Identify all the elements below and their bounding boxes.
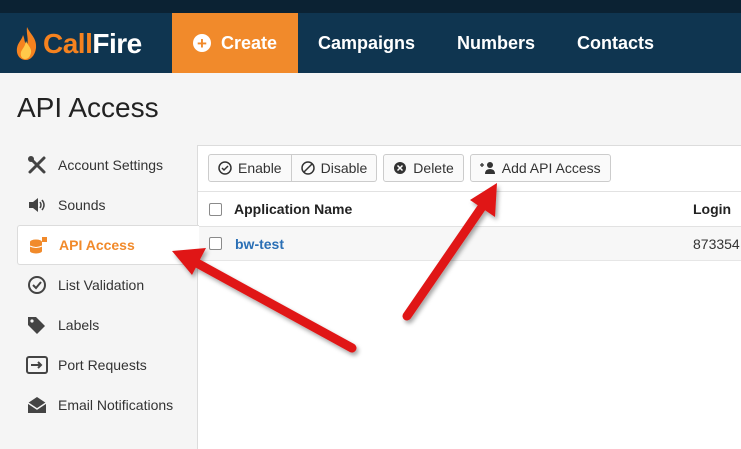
api-access-panel: Enable Disable Delete Add API Access App… — [197, 145, 741, 449]
row-checkbox[interactable] — [209, 237, 222, 250]
sidebar-item-label: List Validation — [58, 277, 145, 293]
envelope-icon — [26, 395, 48, 415]
table-row: bw-test 873354 — [198, 227, 741, 261]
callfire-logo[interactable]: Call Fire — [14, 27, 142, 61]
column-header-application-name: Application Name — [234, 201, 353, 217]
speaker-icon — [26, 195, 48, 215]
enable-disable-group: Enable Disable — [208, 154, 378, 182]
delete-button[interactable]: Delete — [383, 154, 464, 182]
sidebar-item-label: Labels — [58, 317, 100, 333]
sidebar-item-list-validation[interactable]: List Validation — [17, 265, 198, 305]
nav-contacts[interactable]: Contacts — [577, 13, 654, 73]
sidebar-item-label: API Access — [59, 237, 135, 253]
sidebar-item-label: Account Settings — [58, 157, 164, 173]
select-all-checkbox[interactable] — [209, 203, 222, 216]
page-title: API Access — [17, 92, 159, 123]
tags-icon — [26, 315, 48, 335]
check-circle-icon — [218, 161, 232, 175]
settings-sidebar: Account Settings Sounds API Access List … — [17, 145, 199, 425]
sidebar-item-account-settings[interactable]: Account Settings — [17, 145, 198, 185]
application-name-link[interactable]: bw-test — [235, 227, 284, 260]
database-lock-icon — [27, 235, 49, 255]
disable-label: Disable — [320, 160, 368, 176]
toolbar: Enable Disable Delete Add API Access — [208, 154, 611, 182]
column-header-login: Login — [693, 201, 732, 217]
add-user-icon — [479, 161, 496, 175]
create-label: Create — [220, 32, 278, 53]
create-nav-button[interactable]: + Create — [172, 13, 298, 73]
top-navigation-bar: Call Fire + Create Campaigns Numbers Cont… — [0, 0, 741, 73]
delete-label: Delete — [413, 160, 454, 176]
sidebar-item-label: Sounds — [58, 197, 106, 213]
plus-circle-icon: + — [192, 34, 211, 52]
nav-numbers[interactable]: Numbers — [457, 13, 535, 73]
ban-icon — [300, 161, 315, 175]
sidebar-item-port-requests[interactable]: Port Requests — [17, 345, 198, 385]
flame-icon — [16, 27, 37, 60]
sidebar-item-labels[interactable]: Labels — [17, 305, 198, 345]
nav-campaigns[interactable]: Campaigns — [318, 13, 415, 73]
add-api-access-button[interactable]: Add API Access — [469, 154, 611, 182]
close-circle-icon — [393, 161, 407, 175]
sidebar-item-sounds[interactable]: Sounds — [17, 185, 198, 225]
port-icon — [26, 355, 48, 375]
sidebar-item-label: Email Notifications — [58, 397, 174, 413]
enable-label: Enable — [238, 160, 282, 176]
add-api-access-label: Add API Access — [501, 160, 601, 176]
brand-name-call: Call — [43, 28, 93, 59]
brand-name-fire: Fire — [92, 28, 142, 59]
tools-icon — [26, 155, 48, 175]
disable-button[interactable]: Disable — [291, 154, 378, 182]
sidebar-item-api-access[interactable]: API Access — [17, 225, 199, 265]
sidebar-item-label: Port Requests — [58, 357, 147, 373]
login-value: 873354 — [693, 235, 740, 252]
sidebar-item-email-notifications[interactable]: Email Notifications — [17, 385, 198, 425]
table-header: Application Name Login — [198, 191, 741, 227]
enable-button[interactable]: Enable — [208, 154, 292, 182]
check-circle-icon — [26, 275, 48, 295]
